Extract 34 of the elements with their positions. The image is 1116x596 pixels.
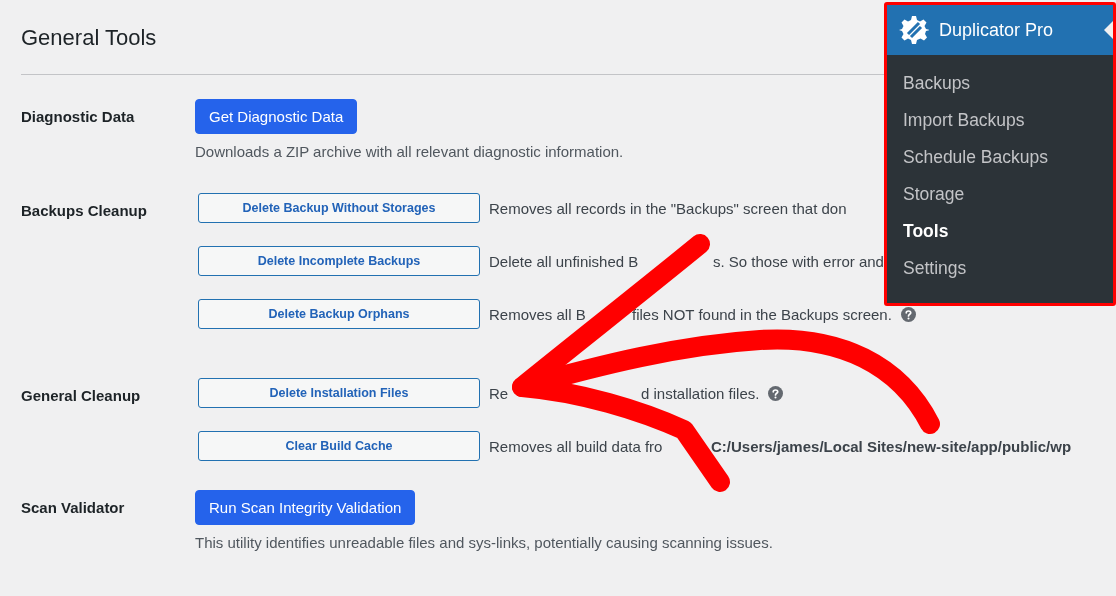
description-text: Removes all build data fro [489, 437, 664, 455]
description-text: Removes all records in the "Backups" screen that don [489, 199, 847, 217]
description-text: Downloads a ZIP archive with all relevant diagnostic information. [195, 143, 624, 160]
primary-button[interactable]: Get Diagnostic Data [195, 99, 358, 134]
section-label: General Cleanup [21, 386, 142, 406]
description-text: This utility identifies unreadable files and sys-links, potentially causing scanning issues. [195, 534, 773, 551]
section-label: Backups Cleanup [21, 201, 148, 221]
help-icon[interactable] [768, 385, 784, 401]
description-text: Delete all unfinished B [489, 252, 640, 270]
menu-item[interactable]: Schedule Backups [887, 139, 1113, 176]
menu-item[interactable]: Settings [887, 250, 1113, 287]
menu-item[interactable]: Import Backups [887, 102, 1113, 139]
tool-button[interactable]: Clear Build Cache [198, 431, 480, 461]
tool-button[interactable]: Delete Installation Files [198, 378, 480, 408]
primary-button[interactable]: Run Scan Integrity Validation [195, 490, 416, 525]
menu-header[interactable]: Duplicator Pro [887, 5, 1113, 55]
menu-item[interactable]: Backups [887, 65, 1113, 102]
description-text: Re [489, 384, 510, 402]
page-title: General Tools [21, 25, 157, 51]
section-label: Diagnostic Data [21, 107, 136, 127]
gear-icon [899, 15, 929, 45]
description-text: files NOT found in the Backups screen. [632, 305, 892, 323]
description-text: C:/Users/james/Local Sites/new-site/app/public/wp [711, 437, 1072, 455]
menu-pointer-icon [1104, 21, 1113, 39]
menu-item[interactable]: Storage [887, 176, 1113, 213]
description-text: d installation files. [641, 384, 760, 402]
tool-button[interactable]: Delete Backup Orphans [198, 299, 480, 329]
description-text: Removes all B [489, 305, 587, 323]
section-label: Scan Validator [21, 498, 126, 518]
description-text: s. So those with error and [713, 252, 884, 270]
tool-button[interactable]: Delete Backup Without Storages [198, 193, 480, 223]
menu-item[interactable]: Tools [887, 213, 1113, 250]
tool-button[interactable]: Delete Incomplete Backups [198, 246, 480, 276]
help-icon[interactable] [900, 306, 916, 322]
